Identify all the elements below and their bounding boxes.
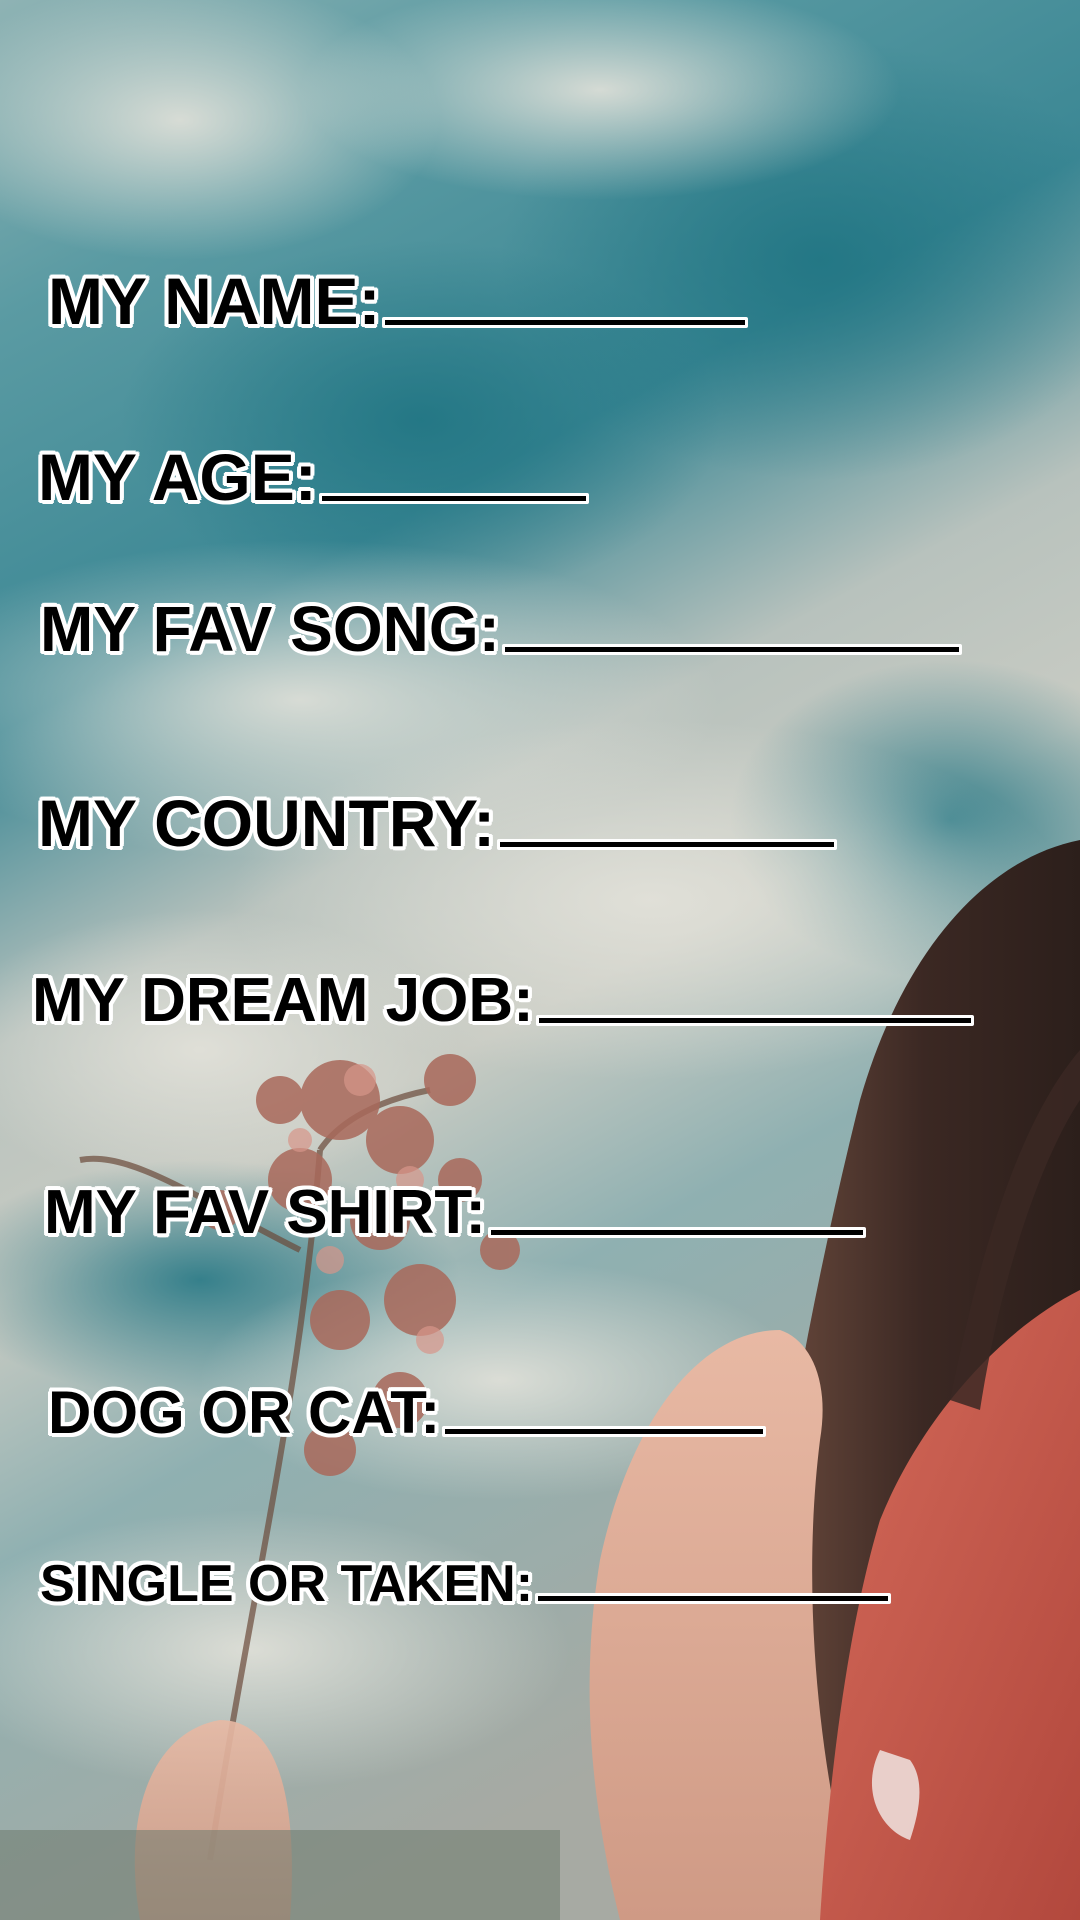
answer-blank	[488, 1227, 867, 1238]
answer-blank	[535, 1015, 974, 1026]
prompt-label: SINGLE OR TAKEN:	[40, 1555, 534, 1613]
prompt-dog-or-cat: DOG OR CAT:	[48, 1379, 767, 1446]
answer-blank	[442, 1426, 767, 1437]
prompt-age: MY AGE:	[38, 444, 589, 510]
prompt-fav-shirt: MY FAV SHIRT:	[44, 1178, 867, 1247]
answer-blank	[382, 317, 749, 328]
answer-blank	[501, 644, 962, 655]
prompt-label: MY FAV SONG:	[40, 593, 500, 665]
prompt-label: MY COUNTRY:	[38, 786, 496, 860]
prompt-label: MY AGE:	[38, 440, 317, 514]
prompt-country: MY COUNTRY:	[38, 786, 838, 860]
prompt-label: DOG OR CAT:	[48, 1379, 441, 1446]
prompt-label: MY DREAM JOB:	[32, 966, 534, 1035]
answer-blank	[318, 493, 589, 504]
answer-blank	[497, 839, 838, 850]
prompt-label: MY NAME:	[48, 264, 381, 338]
prompt-single-or-taken: SINGLE OR TAKEN:	[40, 1555, 892, 1613]
answer-blank	[535, 1593, 892, 1604]
prompt-dream-job: MY DREAM JOB:	[32, 970, 974, 1032]
story-frame: MY NAME: MY AGE: MY FAV SONG: MY COUNTRY…	[0, 0, 1080, 1920]
prompt-label: MY FAV SHIRT:	[44, 1178, 487, 1247]
prompt-fav-song: MY FAV SONG:	[40, 597, 962, 661]
prompt-name: MY NAME:	[48, 264, 749, 338]
